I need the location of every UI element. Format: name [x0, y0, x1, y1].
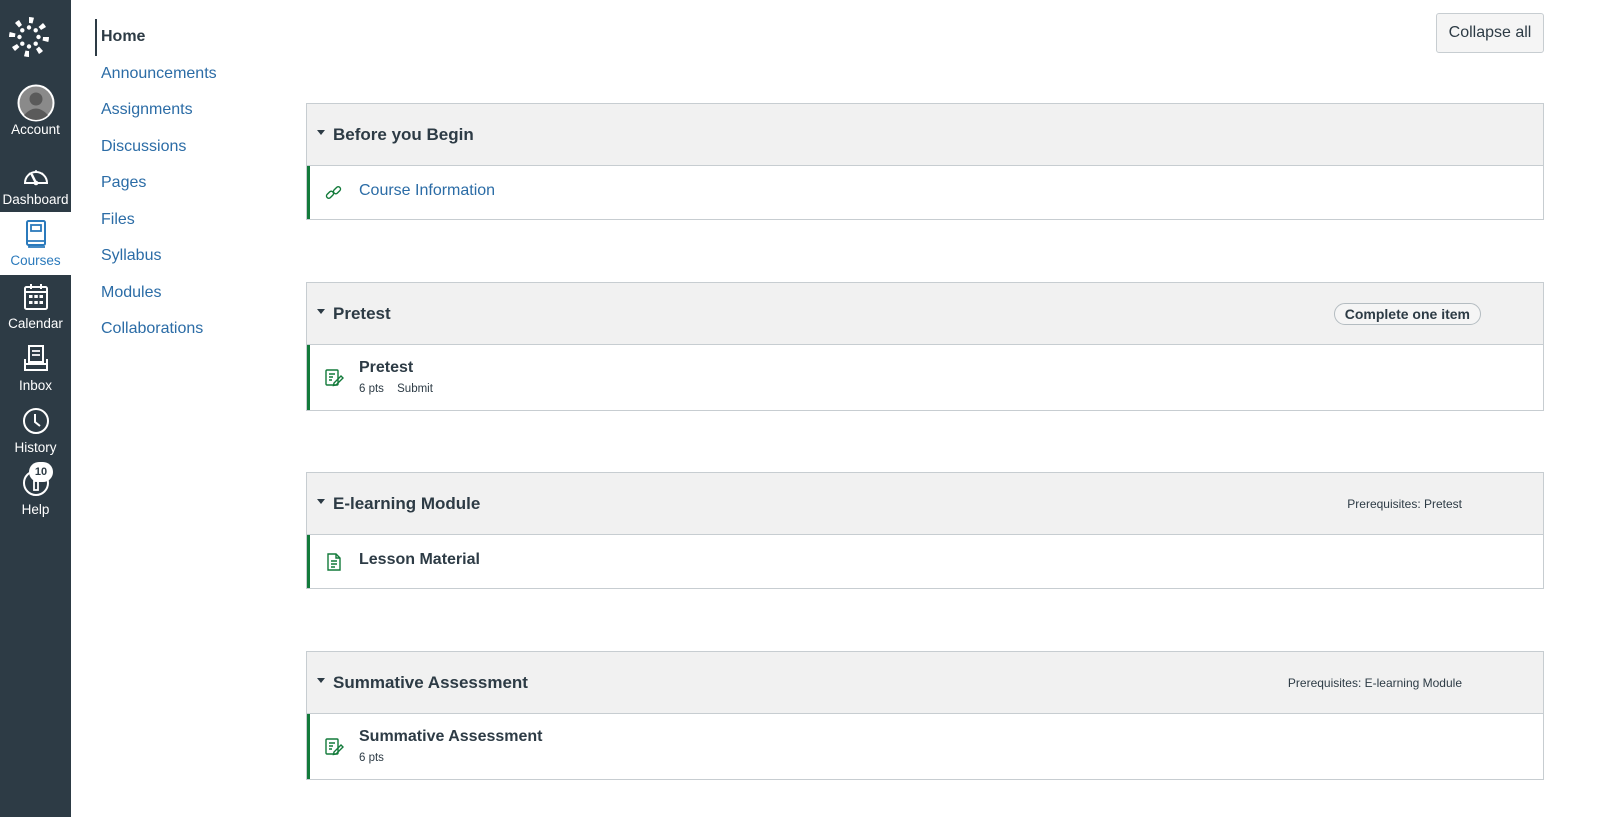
course-nav-modules[interactable]: Modules	[95, 275, 275, 312]
caret-down-icon[interactable]	[317, 309, 325, 314]
caret-down-icon[interactable]	[317, 499, 325, 504]
module-item-title[interactable]: Lesson Material	[359, 551, 480, 569]
module-header[interactable]: Summative Assessment Prerequisites: E-le…	[307, 652, 1543, 714]
nav-item-courses[interactable]: Courses	[0, 212, 71, 275]
module-e-learning: E-learning Module Prerequisites: Pretest…	[306, 472, 1544, 589]
help-notification-badge: 10	[29, 462, 53, 482]
canvas-logo-icon[interactable]	[7, 15, 51, 59]
collapse-all-button[interactable]: Collapse all	[1436, 13, 1544, 53]
module-header[interactable]: E-learning Module Prerequisites: Pretest	[307, 473, 1543, 535]
module-item-details: 6 pts Submit	[359, 383, 443, 395]
nav-label: Calendar	[8, 316, 63, 331]
module-before-you-begin: Before you Begin Course Information	[306, 103, 1544, 220]
nav-label: History	[14, 440, 57, 455]
module-title: Pretest	[333, 304, 391, 323]
module-pretest: Pretest Complete one item Pretest 6 pts …	[306, 282, 1544, 411]
course-nav-syllabus[interactable]: Syllabus	[95, 238, 275, 275]
module-summative-assessment: Summative Assessment Prerequisites: E-le…	[306, 651, 1544, 780]
inbox-icon	[0, 344, 71, 378]
quiz-icon	[324, 368, 344, 388]
course-nav-home[interactable]: Home	[95, 19, 275, 56]
caret-down-icon[interactable]	[317, 678, 325, 683]
clock-icon	[0, 406, 71, 440]
page-icon	[324, 552, 344, 572]
requirement-pill: Complete one item	[1333, 303, 1481, 325]
module-item[interactable]: Summative Assessment 6 pts	[307, 714, 1543, 779]
link-icon	[324, 183, 344, 203]
caret-down-icon[interactable]	[317, 130, 325, 135]
module-title: Before you Begin	[333, 125, 474, 144]
prerequisites-text: Prerequisites: E-learning Module	[1287, 676, 1462, 690]
nav-label: Courses	[10, 253, 61, 268]
nav-label: Help	[21, 502, 50, 517]
book-icon	[0, 219, 71, 253]
module-item[interactable]: Pretest 6 pts Submit	[307, 345, 1543, 410]
info-icon: 10	[0, 462, 71, 502]
avatar-icon	[0, 84, 71, 122]
points: 6 pts	[359, 752, 384, 764]
nav-label: Account	[11, 122, 60, 137]
global-navigation: Account Dashboard Courses Calendar Inbox…	[0, 0, 71, 817]
calendar-icon	[0, 282, 71, 316]
quiz-icon	[324, 737, 344, 757]
course-navigation: Home Announcements Assignments Discussio…	[95, 19, 275, 348]
module-item-title[interactable]: Summative Assessment	[359, 728, 543, 746]
module-item[interactable]: Lesson Material	[307, 535, 1543, 588]
nav-item-history[interactable]: History	[0, 406, 71, 470]
course-nav-pages[interactable]: Pages	[95, 165, 275, 202]
nav-label: Dashboard	[2, 192, 69, 207]
speedometer-icon	[0, 158, 71, 192]
module-title: E-learning Module	[333, 494, 481, 513]
nav-item-calendar[interactable]: Calendar	[0, 282, 71, 346]
module-header[interactable]: Pretest Complete one item	[307, 283, 1543, 345]
nav-label: Inbox	[18, 378, 53, 393]
nav-item-inbox[interactable]: Inbox	[0, 344, 71, 408]
module-item[interactable]: Course Information	[307, 166, 1543, 219]
points: 6 pts	[359, 383, 384, 395]
course-nav-discussions[interactable]: Discussions	[95, 129, 275, 166]
module-title: Summative Assessment	[333, 673, 528, 692]
module-item-title[interactable]: Pretest	[359, 359, 413, 377]
nav-item-help[interactable]: 10 Help	[0, 462, 71, 532]
nav-item-account[interactable]: Account	[0, 84, 71, 148]
course-nav-files[interactable]: Files	[95, 202, 275, 239]
prerequisites-text: Prerequisites: Pretest	[1347, 497, 1462, 511]
course-nav-assignments[interactable]: Assignments	[95, 92, 275, 129]
course-nav-announcements[interactable]: Announcements	[95, 56, 275, 93]
module-header[interactable]: Before you Begin	[307, 104, 1543, 166]
course-nav-collaborations[interactable]: Collaborations	[95, 311, 275, 348]
module-item-details: 6 pts	[359, 752, 394, 764]
module-item-title[interactable]: Course Information	[359, 182, 495, 200]
requirement-action: Submit	[397, 383, 433, 395]
